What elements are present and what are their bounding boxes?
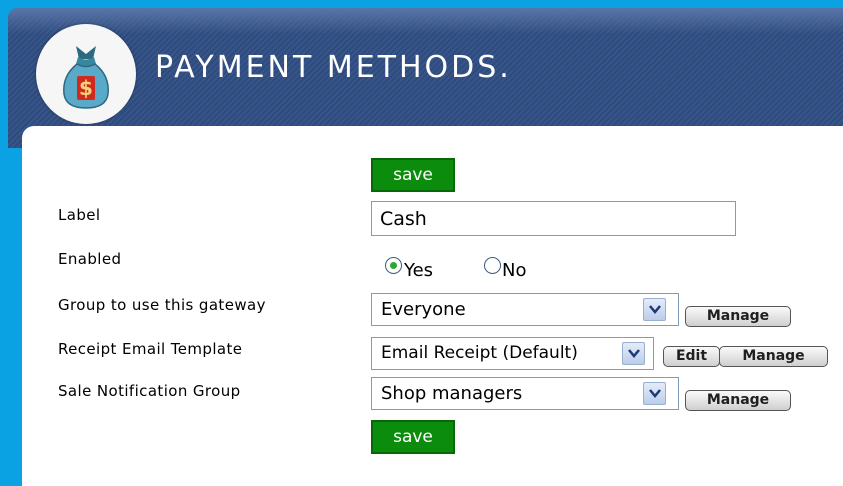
enabled-no-radio[interactable]: [484, 257, 501, 274]
enabled-label: Enabled: [58, 250, 122, 268]
chevron-down-icon[interactable]: [643, 298, 666, 321]
enabled-no-label: No: [502, 260, 527, 281]
notification-group-select[interactable]: Shop managers: [371, 377, 679, 410]
chevron-down-icon[interactable]: [622, 342, 645, 365]
group-select[interactable]: Everyone: [371, 293, 679, 326]
enabled-yes-label: Yes: [404, 260, 434, 281]
notification-group-value: Shop managers: [381, 383, 523, 404]
receipt-manage-button[interactable]: Manage: [719, 346, 828, 367]
group-manage-button[interactable]: Manage: [685, 306, 791, 327]
save-button-bottom[interactable]: save: [371, 420, 455, 454]
receipt-template-select[interactable]: Email Receipt (Default): [371, 337, 654, 370]
chevron-down-icon[interactable]: [643, 382, 666, 405]
notification-manage-button[interactable]: Manage: [685, 390, 791, 411]
receipt-template-value: Email Receipt (Default): [381, 343, 578, 363]
page-title: PAYMENT METHODS.: [155, 50, 512, 85]
label-field-label: Label: [58, 206, 101, 224]
svg-text:$: $: [79, 76, 93, 100]
label-input[interactable]: [371, 201, 736, 236]
group-select-value: Everyone: [381, 299, 466, 320]
money-bag-icon: $: [36, 24, 136, 124]
save-button-top[interactable]: save: [371, 158, 455, 192]
notification-group-label: Sale Notification Group: [58, 382, 241, 400]
receipt-edit-button[interactable]: Edit: [663, 346, 720, 367]
group-label: Group to use this gateway: [58, 296, 266, 314]
receipt-template-label: Receipt Email Template: [58, 340, 243, 358]
enabled-yes-radio[interactable]: [385, 257, 402, 274]
